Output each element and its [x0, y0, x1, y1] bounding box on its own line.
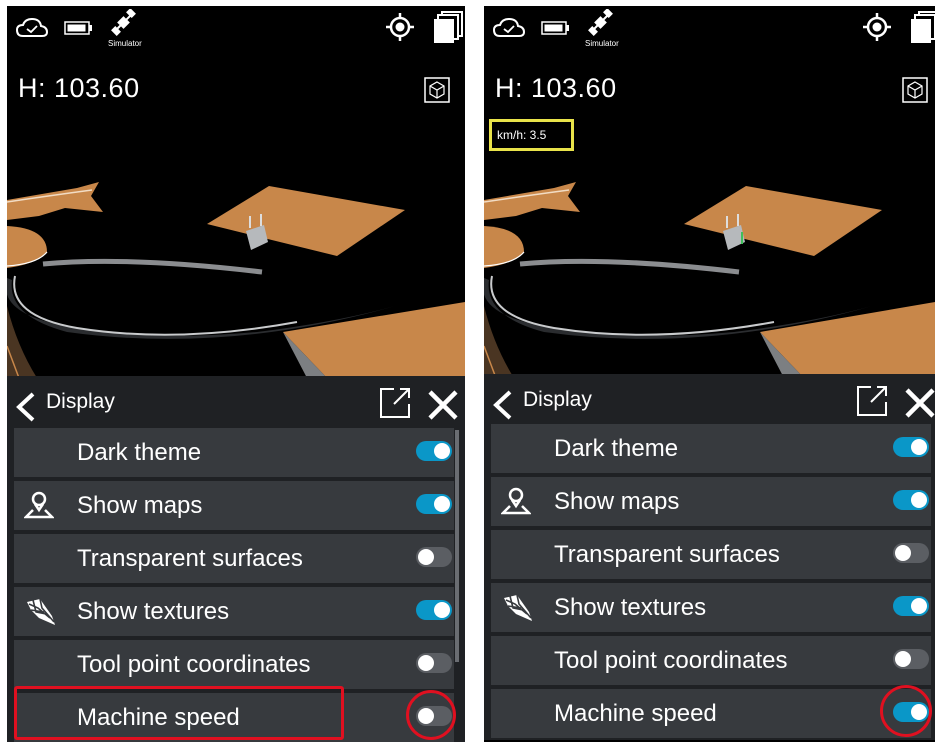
- toggle-transparent-surfaces[interactable]: [416, 547, 452, 567]
- layers-icon[interactable]: [432, 10, 464, 44]
- highlight-box-machine-speed: [14, 686, 344, 740]
- back-chevron-icon[interactable]: [13, 392, 39, 422]
- satellite-icon[interactable]: [588, 9, 614, 37]
- gps-locate-icon[interactable]: [862, 12, 892, 42]
- highlight-circle-toggle: [406, 690, 456, 740]
- setting-label: Transparent surfaces: [77, 545, 303, 572]
- battery-icon: [64, 21, 92, 35]
- setting-label: Show textures: [77, 598, 230, 625]
- simulator-label: Simulator: [585, 39, 619, 48]
- setting-row-show-textures[interactable]: Show textures: [491, 583, 931, 632]
- height-readout: H: 103.60: [18, 73, 140, 103]
- toggle-transparent-surfaces[interactable]: [893, 543, 929, 563]
- setting-label: Show maps: [77, 492, 203, 519]
- setting-row-tool-point-coordinates[interactable]: Tool point coordinates: [491, 636, 931, 685]
- simulator-label: Simulator: [108, 39, 142, 48]
- highlight-circle-toggle: [880, 685, 932, 737]
- toggle-tool-point-coordinates[interactable]: [893, 649, 929, 669]
- setting-row-tool-point-coordinates[interactable]: Tool point coordinates: [14, 640, 454, 689]
- back-chevron-icon[interactable]: [490, 390, 516, 420]
- close-icon[interactable]: [903, 386, 935, 420]
- setting-row-dark-theme[interactable]: Dark theme: [491, 424, 931, 473]
- setting-row-transparent-surfaces[interactable]: Transparent surfaces: [14, 534, 454, 583]
- setting-row-show-maps[interactable]: Show maps: [14, 481, 454, 530]
- layers-icon[interactable]: [909, 10, 935, 44]
- setting-row-machine-speed[interactable]: Machine speed: [491, 689, 931, 738]
- toggle-show-textures[interactable]: [416, 600, 452, 620]
- setting-label: Tool point coordinates: [554, 647, 788, 674]
- setting-label: Machine speed: [554, 700, 717, 727]
- toggle-dark-theme[interactable]: [416, 441, 452, 461]
- toggle-tool-point-coordinates[interactable]: [416, 653, 452, 673]
- 3d-view-cube-icon[interactable]: [424, 77, 450, 103]
- battery-icon: [541, 21, 569, 35]
- scrollbar[interactable]: [455, 430, 459, 662]
- setting-label: Show maps: [554, 488, 680, 515]
- cloud-sync-icon[interactable]: [492, 16, 526, 40]
- texture-mesh-icon: [504, 594, 532, 621]
- setting-label: Transparent surfaces: [554, 541, 780, 568]
- satellite-icon[interactable]: [111, 9, 137, 37]
- close-icon[interactable]: [426, 388, 460, 422]
- map-pin-icon: [501, 487, 531, 515]
- 3d-terrain-view[interactable]: [7, 146, 465, 378]
- left-screenshot-panel: Simulator H: 103.60 Display Dark theme S…: [7, 6, 465, 742]
- setting-label: Dark theme: [77, 439, 202, 466]
- toggle-show-maps[interactable]: [893, 490, 929, 510]
- setting-row-show-textures[interactable]: Show textures: [14, 587, 454, 636]
- texture-mesh-icon: [27, 598, 55, 625]
- 3d-view-cube-icon[interactable]: [902, 77, 928, 103]
- setting-row-transparent-surfaces[interactable]: Transparent surfaces: [491, 530, 931, 579]
- toggle-show-textures[interactable]: [893, 596, 929, 616]
- 3d-terrain-view[interactable]: [484, 146, 935, 378]
- gps-locate-icon[interactable]: [385, 12, 415, 42]
- setting-label: Show textures: [554, 594, 707, 621]
- toggle-show-maps[interactable]: [416, 494, 452, 514]
- cloud-sync-icon[interactable]: [15, 16, 49, 40]
- external-open-icon[interactable]: [855, 384, 889, 418]
- external-open-icon[interactable]: [378, 386, 412, 420]
- display-settings-panel: Display Dark theme Show maps Transparent…: [484, 374, 935, 740]
- settings-title: Display: [46, 390, 115, 413]
- map-pin-icon: [24, 491, 54, 519]
- setting-row-dark-theme[interactable]: Dark theme: [14, 428, 454, 477]
- settings-title: Display: [523, 388, 592, 411]
- toggle-dark-theme[interactable]: [893, 437, 929, 457]
- right-screenshot-panel: Simulator H: 103.60 km/h: 3.5 Display Da…: [484, 6, 935, 742]
- setting-label: Dark theme: [554, 435, 679, 462]
- setting-label: Tool point coordinates: [77, 651, 311, 678]
- height-readout: H: 103.60: [495, 73, 617, 103]
- setting-row-show-maps[interactable]: Show maps: [491, 477, 931, 526]
